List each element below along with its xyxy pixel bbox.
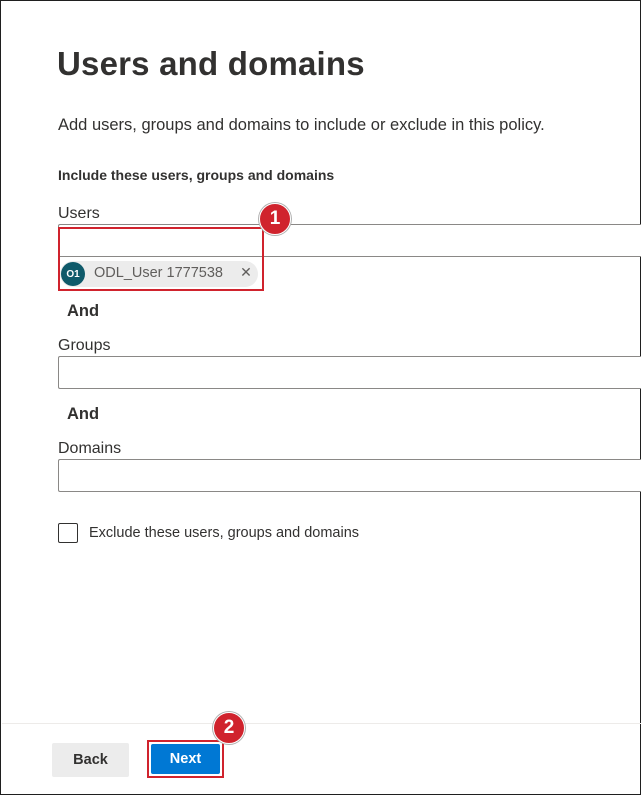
users-label: Users — [58, 205, 100, 222]
groups-input[interactable] — [58, 356, 641, 389]
annotation-badge-2: 2 — [213, 712, 245, 744]
annotation-badge-1: 1 — [259, 203, 291, 235]
wizard-panel: Users and domains Add users, groups and … — [0, 0, 641, 795]
and-label-2: And — [67, 405, 100, 423]
and-label-1: And — [67, 302, 100, 320]
domains-label: Domains — [58, 440, 122, 457]
domains-input[interactable] — [58, 459, 641, 492]
page-description: Add users, groups and domains to include… — [58, 116, 545, 134]
next-button[interactable]: Next — [151, 744, 220, 774]
groups-label: Groups — [58, 337, 111, 354]
annotation-highlight-users — [58, 227, 264, 291]
annotation-highlight-next: Next — [147, 740, 224, 778]
exclude-checkbox[interactable] — [58, 523, 78, 543]
page-title: Users and domains — [57, 45, 365, 82]
exclude-checkbox-label[interactable]: Exclude these users, groups and domains — [89, 525, 359, 541]
back-button[interactable]: Back — [52, 743, 129, 777]
footer-divider — [2, 723, 641, 724]
include-section-heading: Include these users, groups and domains — [58, 167, 335, 183]
